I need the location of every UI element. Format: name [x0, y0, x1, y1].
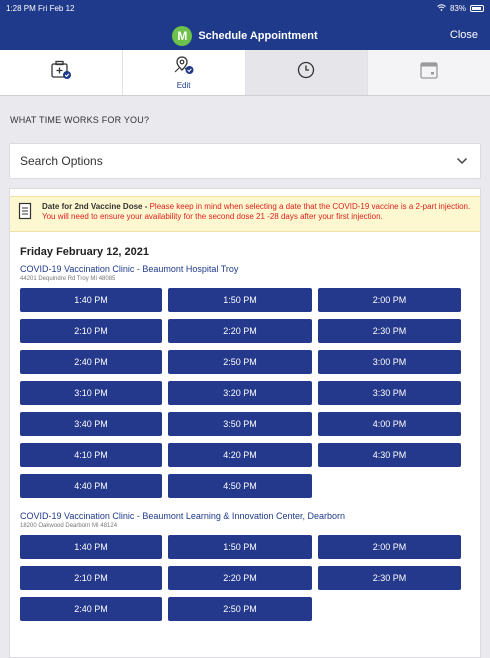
- tab-location[interactable]: Edit: [123, 50, 246, 95]
- time-slot-button[interactable]: 2:10 PM: [20, 319, 162, 343]
- time-slot-button[interactable]: 3:40 PM: [20, 412, 162, 436]
- time-slot-button[interactable]: 4:20 PM: [168, 443, 312, 467]
- clock-icon: [296, 60, 316, 85]
- status-indicators: 83%: [437, 4, 484, 13]
- time-slot-button[interactable]: 4:40 PM: [20, 474, 162, 498]
- time-slot-button[interactable]: 3:50 PM: [168, 412, 312, 436]
- time-slot-button[interactable]: 4:10 PM: [20, 443, 162, 467]
- appointments-panel: Date for 2nd Vaccine Dose - Please keep …: [9, 188, 481, 658]
- tab-location-label: Edit: [176, 81, 191, 90]
- time-slot-button[interactable]: 1:40 PM: [20, 288, 162, 312]
- time-slot-button[interactable]: 4:30 PM: [318, 443, 461, 467]
- time-slot-grid: 1:40 PM 1:50 PM 2:00 PM 2:10 PM 2:20 PM …: [20, 535, 480, 621]
- app-logo: M: [172, 26, 193, 46]
- search-options-label: Search Options: [20, 154, 103, 168]
- time-slot-button[interactable]: 2:40 PM: [20, 597, 162, 621]
- time-slot-button[interactable]: 2:20 PM: [168, 319, 312, 343]
- battery-percent: 83%: [449, 4, 466, 13]
- page-title: Schedule Appointment: [198, 30, 318, 42]
- time-slot-button[interactable]: 2:50 PM: [168, 350, 312, 374]
- search-options-dropdown[interactable]: Search Options: [9, 143, 481, 179]
- time-slot-grid: 1:40 PM 1:50 PM 2:00 PM 2:10 PM 2:20 PM …: [20, 288, 480, 498]
- time-slot-button[interactable]: 2:30 PM: [318, 566, 461, 590]
- time-slot-button[interactable]: 2:50 PM: [168, 597, 312, 621]
- second-dose-notice: Date for 2nd Vaccine Dose - Please keep …: [10, 196, 480, 232]
- time-slot-button[interactable]: 2:00 PM: [318, 288, 461, 312]
- time-slot-button[interactable]: 3:20 PM: [168, 381, 312, 405]
- clinic-name[interactable]: COVID-19 Vaccination Clinic - Beaumont H…: [20, 264, 480, 274]
- medical-kit-icon: [50, 60, 72, 85]
- clinic-name[interactable]: COVID-19 Vaccination Clinic - Beaumont L…: [20, 511, 480, 521]
- location-pin-icon: [173, 55, 195, 80]
- notice-heading: Date for 2nd Vaccine Dose -: [42, 202, 148, 211]
- wifi-icon: [437, 4, 446, 13]
- time-slot-button[interactable]: 4:50 PM: [168, 474, 312, 498]
- time-slot-button[interactable]: 3:30 PM: [318, 381, 461, 405]
- time-slot-button[interactable]: 2:40 PM: [20, 350, 162, 374]
- clinic-address: 44201 Dequindre Rd Troy MI 48085: [20, 276, 116, 282]
- time-slot-button[interactable]: 1:40 PM: [20, 535, 162, 559]
- appointment-date: Friday February 12, 2021: [20, 246, 150, 258]
- time-slot-button[interactable]: 3:00 PM: [318, 350, 461, 374]
- close-button[interactable]: Close: [450, 29, 478, 41]
- header-title-group: M Schedule Appointment: [0, 26, 490, 46]
- step-tabs: Edit: [0, 50, 490, 96]
- status-time: 1:28 PM Fri Feb 12: [6, 4, 75, 13]
- time-slot-button[interactable]: 2:30 PM: [318, 319, 461, 343]
- time-slot-button[interactable]: 2:20 PM: [168, 566, 312, 590]
- time-slot-button[interactable]: 2:10 PM: [20, 566, 162, 590]
- tab-care[interactable]: [0, 50, 123, 95]
- time-slot-button[interactable]: 3:10 PM: [20, 381, 162, 405]
- tab-time[interactable]: [245, 50, 369, 95]
- time-slot-button[interactable]: 4:00 PM: [318, 412, 461, 436]
- app-header: 1:28 PM Fri Feb 12 83% M Schedule Appoin…: [0, 0, 490, 50]
- time-prompt: WHAT TIME WORKS FOR YOU?: [10, 115, 150, 125]
- document-icon: [18, 202, 32, 225]
- battery-icon: [470, 5, 484, 12]
- calendar-icon: [418, 60, 440, 85]
- notice-text: Date for 2nd Vaccine Dose - Please keep …: [42, 202, 472, 225]
- time-slot-button[interactable]: 1:50 PM: [168, 288, 312, 312]
- time-slot-button[interactable]: 2:00 PM: [318, 535, 461, 559]
- time-slot-button[interactable]: 1:50 PM: [168, 535, 312, 559]
- tab-confirm[interactable]: [368, 50, 490, 95]
- clinic-address: 18200 Oakwood Dearborn MI 48124: [20, 523, 118, 529]
- chevron-down-icon: [456, 152, 468, 170]
